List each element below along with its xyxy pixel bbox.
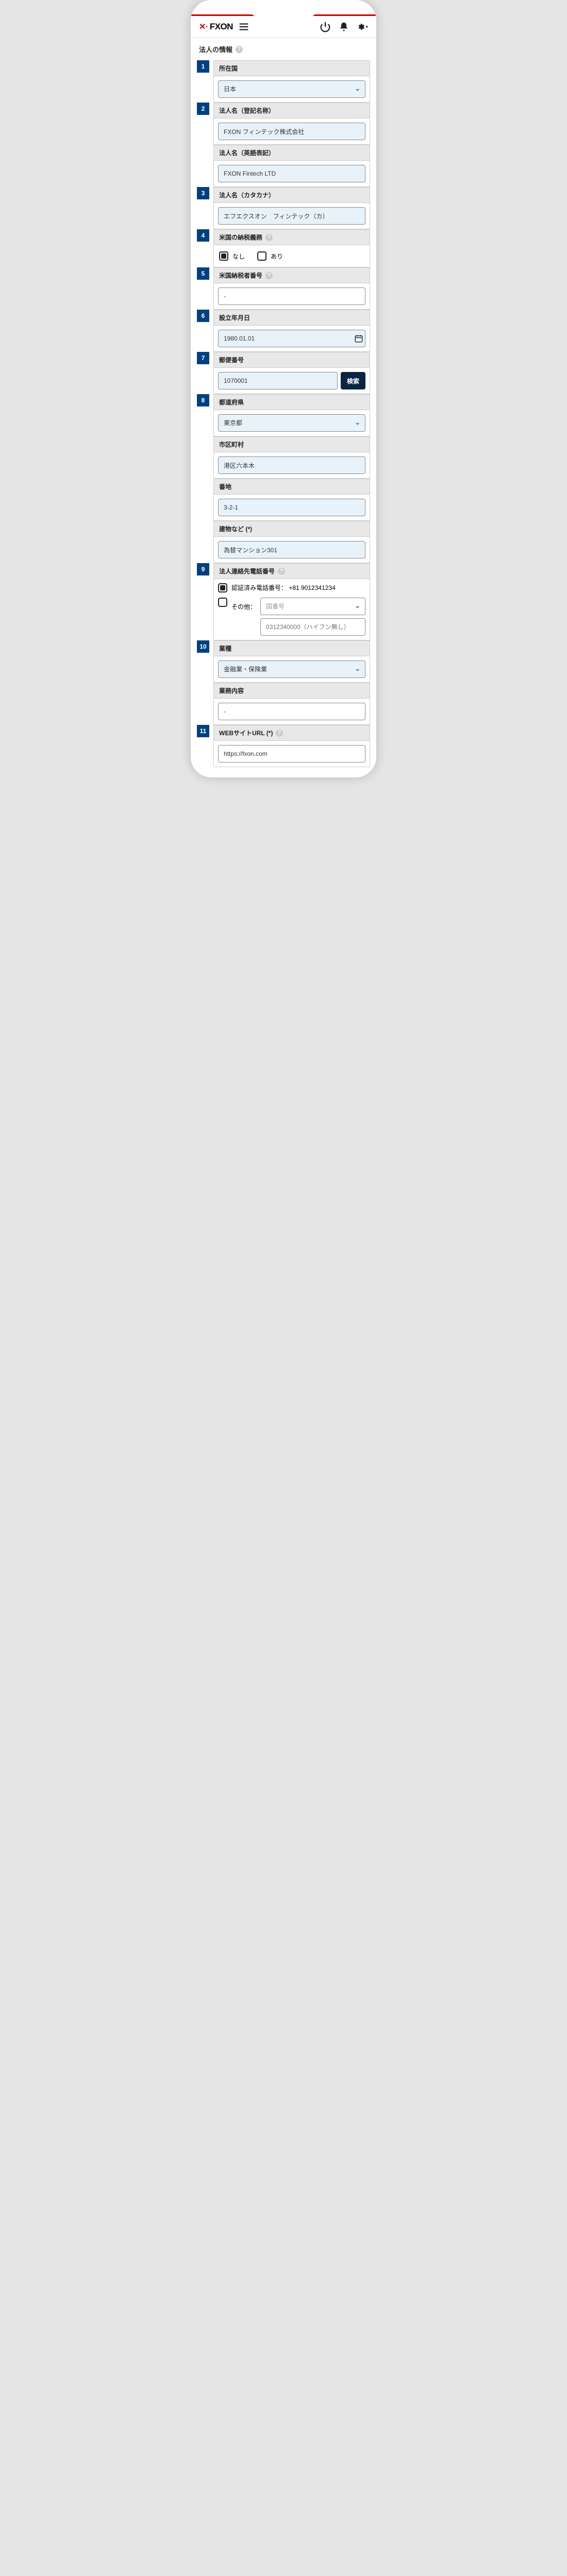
street-input[interactable] [218,499,365,516]
phone-other-label: その他： [231,598,256,611]
phone-label: 法人連絡先電話番号? [213,563,370,579]
prefecture-label: 都道府県 [213,394,370,410]
logo-mark-icon: ✕· [199,22,208,32]
us-tax-radio-none[interactable]: なし [219,251,245,261]
step-badge-9: 9 [197,563,209,575]
hamburger-icon [238,21,249,32]
country-select[interactable]: 日本 [218,80,365,98]
step-badge-6: 6 [197,310,209,322]
checkbox-icon [218,583,227,592]
building-label: 建物など (*) [213,521,370,537]
app-header: ✕· FXON ▾ [191,14,376,38]
section-title: 法人の情報 ? [191,38,376,56]
zip-input[interactable] [218,372,338,389]
industry-select[interactable]: 金融業・保険業 [218,660,365,678]
step-badge-1: 1 [197,60,209,73]
phone-radio-verified[interactable]: 認証済み電話番号： +81 9012341234 [218,583,365,592]
step-badge-11: 11 [197,725,209,737]
us-tin-input[interactable] [218,287,365,305]
zip-search-button[interactable]: 検索 [341,372,365,389]
bell-icon [339,22,349,32]
step-badge-10: 10 [197,640,209,653]
url-input[interactable] [218,745,365,762]
settings-button[interactable]: ▾ [357,21,368,32]
url-label: WEBサイトURL (*)? [213,725,370,741]
country-code-select[interactable]: 国番号 [260,598,365,615]
building-input[interactable] [218,541,365,558]
business-desc-input[interactable] [218,703,365,720]
help-icon[interactable]: ? [276,730,283,737]
step-badge-5: 5 [197,267,209,280]
checkbox-icon [257,251,266,261]
step-badge-2: 2 [197,103,209,115]
company-name-reg-label: 法人名（登記名称） [213,103,370,118]
phone-verified-text: 認証済み電話番号： +81 9012341234 [231,583,336,592]
help-icon[interactable]: ? [236,46,243,53]
power-button[interactable] [320,21,331,32]
step-badge-7: 7 [197,352,209,364]
notifications-button[interactable] [338,21,349,32]
zip-label: 郵便番号 [213,352,370,368]
prefecture-select[interactable]: 東京都 [218,414,365,432]
business-desc-label: 業務内容 [213,683,370,699]
brand-logo: ✕· FXON [199,22,233,32]
industry-label: 業種 [213,640,370,656]
help-icon[interactable]: ? [265,272,273,279]
company-name-kana-input[interactable] [218,207,365,225]
gear-icon [357,22,364,32]
established-date-input[interactable] [218,330,365,347]
checkbox-icon [218,598,227,607]
step-badge-8: 8 [197,394,209,406]
help-icon[interactable]: ? [278,568,285,575]
help-icon[interactable]: ? [265,234,273,241]
country-label: 所在国 [213,60,370,76]
us-tin-label: 米国納税者番号? [213,267,370,283]
phone-number-input[interactable] [260,618,365,636]
checkbox-icon [219,251,228,261]
power-icon [320,21,331,32]
step-badge-4: 4 [197,229,209,242]
us-tax-label: 米国の納税義務? [213,229,370,245]
company-name-en-input[interactable] [218,165,365,182]
established-label: 設立年月日 [213,310,370,326]
company-name-en-label: 法人名（英語表記） [213,145,370,161]
step-badge-3: 3 [197,187,209,199]
city-input[interactable] [218,456,365,474]
company-name-reg-input[interactable] [218,123,365,140]
menu-button[interactable] [238,21,249,32]
phone-radio-other[interactable]: その他： 国番号 [218,598,365,636]
company-name-kana-label: 法人名（カタカナ） [213,187,370,203]
chevron-down-icon: ▾ [365,24,368,30]
us-tax-radio-yes[interactable]: あり [257,251,283,261]
city-label: 市区町村 [213,436,370,452]
street-label: 番地 [213,479,370,495]
